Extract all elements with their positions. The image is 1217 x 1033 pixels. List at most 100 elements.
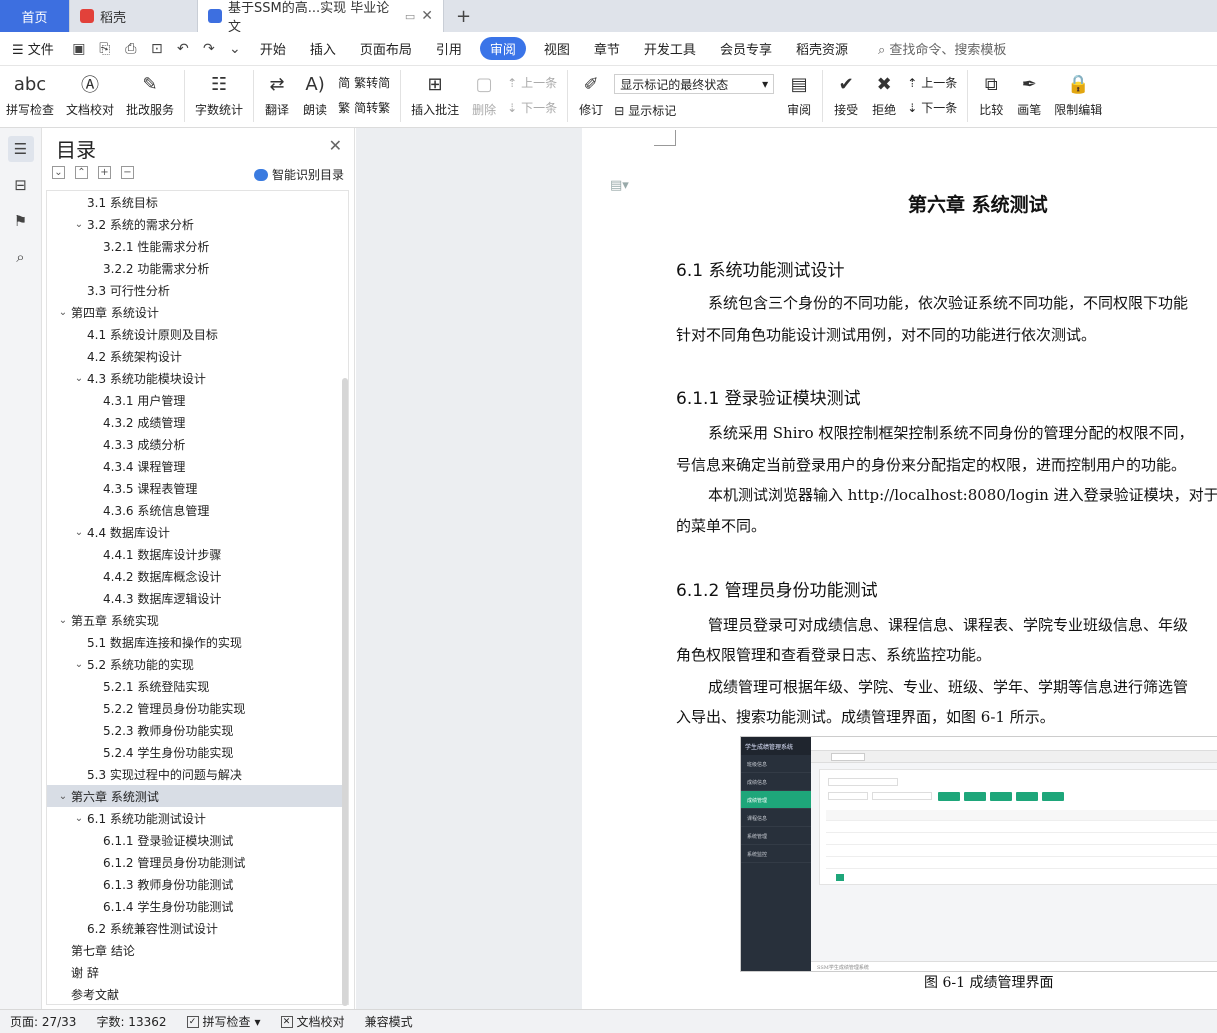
- track-changes-button[interactable]: ✐ 修订: [572, 70, 610, 118]
- toc-item[interactable]: ⌄ 3.2 系统的需求分析: [47, 213, 348, 235]
- file-menu[interactable]: ☰ 文件: [0, 39, 66, 58]
- chevron-down-icon[interactable]: ⌄: [71, 373, 87, 384]
- chevron-down-icon[interactable]: ⌄: [71, 527, 87, 538]
- word-count-button[interactable]: ☷ 字数统计: [189, 70, 249, 118]
- review-pane-button[interactable]: ▤ 审阅: [780, 70, 818, 118]
- close-icon[interactable]: ✕: [329, 136, 342, 155]
- menu-docer[interactable]: 稻壳资源: [784, 39, 860, 58]
- show-markup-button[interactable]: ⊟ 显示标记: [614, 102, 774, 119]
- toc-item[interactable]: 谢 辞: [47, 961, 348, 983]
- pin-icon[interactable]: ▭: [405, 10, 415, 23]
- restrict-edit-button[interactable]: 🔒 限制编辑: [1048, 70, 1108, 118]
- toc-item[interactable]: 4.3.2 成绩管理: [47, 411, 348, 433]
- next-comment-button[interactable]: ⇣ 下一条: [507, 99, 557, 116]
- status-spell-check[interactable]: ✓ 拼写检查 ▾: [177, 1013, 271, 1030]
- compare-button[interactable]: ⧉ 比较: [972, 70, 1010, 118]
- smart-toc-button[interactable]: 智能识别目录: [253, 166, 344, 183]
- toc-item[interactable]: 4.1 系统设计原则及目标: [47, 323, 348, 345]
- chevron-down-icon[interactable]: ⌄: [55, 615, 71, 626]
- toc-icon[interactable]: ☰: [7, 136, 34, 162]
- export-icon[interactable]: ⎘: [97, 41, 113, 57]
- toc-item[interactable]: 5.2.4 学生身份功能实现: [47, 741, 348, 763]
- toc-item[interactable]: 5.2.2 管理员身份功能实现: [47, 697, 348, 719]
- collapse-all-icon[interactable]: ⌄: [52, 166, 65, 179]
- menu-dev[interactable]: 开发工具: [632, 39, 708, 58]
- undo-icon[interactable]: ↶: [175, 41, 191, 57]
- read-aloud-button[interactable]: A) 朗读: [296, 70, 334, 118]
- toc-item[interactable]: 第七章 结论: [47, 939, 348, 961]
- preview-icon[interactable]: ⊡: [149, 41, 165, 57]
- markup-mode-select[interactable]: 显示标记的最终状态 ▾: [614, 74, 775, 94]
- toc-item[interactable]: 4.3.6 系统信息管理: [47, 499, 348, 521]
- toc-item[interactable]: 4.3.5 课程表管理: [47, 477, 348, 499]
- word-count[interactable]: 字数: 13362: [86, 1013, 176, 1030]
- status-doc-check[interactable]: ✕ 文档校对: [271, 1013, 355, 1030]
- ink-button[interactable]: ✒ 画笔: [1010, 70, 1048, 118]
- toc-item[interactable]: 6.1.4 学生身份功能测试: [47, 895, 348, 917]
- chevron-down-icon[interactable]: ⌄: [55, 791, 71, 802]
- redo-icon[interactable]: ↷: [201, 41, 217, 57]
- toc-item[interactable]: 5.1 数据库连接和操作的实现: [47, 631, 348, 653]
- save-icon[interactable]: ▣: [71, 41, 87, 57]
- menu-section[interactable]: 章节: [582, 39, 632, 58]
- remove-heading-icon[interactable]: −: [121, 166, 134, 179]
- toc-item[interactable]: ⌄ 6.1 系统功能测试设计: [47, 807, 348, 829]
- prev-comment-button[interactable]: ⇡ 上一条: [507, 74, 557, 91]
- toc-item[interactable]: 4.4.3 数据库逻辑设计: [47, 587, 348, 609]
- toc-item[interactable]: 4.3.1 用户管理: [47, 389, 348, 411]
- menu-member[interactable]: 会员专享: [708, 39, 784, 58]
- delete-comment-button[interactable]: ▢ 删除: [465, 70, 503, 118]
- toc-item[interactable]: 3.2.1 性能需求分析: [47, 235, 348, 257]
- translate-button[interactable]: ⇄ 翻译: [258, 70, 296, 118]
- batch-service-button[interactable]: ✎ 批改服务: [120, 70, 180, 118]
- tab-home[interactable]: 首页: [0, 0, 70, 32]
- new-tab-button[interactable]: +: [444, 0, 483, 32]
- toc-scrollbar[interactable]: [342, 378, 348, 1006]
- chevron-down-icon[interactable]: ⌄: [71, 813, 87, 824]
- customize-icon[interactable]: ⌄: [227, 41, 243, 57]
- expand-all-icon[interactable]: ⌃: [75, 166, 88, 179]
- bookmark-icon[interactable]: ⚑: [8, 208, 34, 234]
- toc-item[interactable]: ⌄ 4.3 系统功能模块设计: [47, 367, 348, 389]
- spell-check-button[interactable]: abc 拼写检查: [0, 70, 60, 118]
- print-icon[interactable]: ⎙: [123, 41, 139, 57]
- toc-item[interactable]: 6.1.1 登录验证模块测试: [47, 829, 348, 851]
- toc-item[interactable]: ⌄ 4.4 数据库设计: [47, 521, 348, 543]
- toc-item[interactable]: 参考文献: [47, 983, 348, 1004]
- toc-item[interactable]: 4.2 系统架构设计: [47, 345, 348, 367]
- toc-item[interactable]: 6.2 系统兼容性测试设计: [47, 917, 348, 939]
- toc-item[interactable]: ⌄ 第五章 系统实现: [47, 609, 348, 631]
- toc-item[interactable]: ⌄ 第六章 系统测试: [47, 785, 348, 807]
- tab-document[interactable]: 基于SSM的高...实现 毕业论文 ▭ ✕: [198, 0, 444, 35]
- toc-item[interactable]: 5.3 实现过程中的问题与解决: [47, 763, 348, 785]
- chevron-down-icon[interactable]: ⌄: [71, 219, 87, 230]
- toc-item[interactable]: 5.2.3 教师身份功能实现: [47, 719, 348, 741]
- menu-review[interactable]: 审阅: [479, 37, 526, 60]
- tab-docer[interactable]: 稻壳: [70, 0, 198, 32]
- insert-comment-button[interactable]: ⊞ 插入批注: [405, 70, 465, 118]
- menu-reference[interactable]: 引用: [424, 39, 474, 58]
- page-indicator[interactable]: 页面: 27/33: [0, 1013, 86, 1030]
- trad-to-simp-button[interactable]: 简繁转简: [338, 74, 390, 91]
- search-icon[interactable]: ⌕: [8, 244, 34, 270]
- close-tab-icon[interactable]: ✕: [421, 8, 433, 24]
- add-heading-icon[interactable]: +: [98, 166, 111, 179]
- toc-item[interactable]: 6.1.3 教师身份功能测试: [47, 873, 348, 895]
- toc-item[interactable]: 5.2.1 系统登陆实现: [47, 675, 348, 697]
- next-change-button[interactable]: ⇣ 下一条: [907, 99, 957, 116]
- menu-insert[interactable]: 插入: [298, 39, 348, 58]
- chevron-down-icon[interactable]: ⌄: [55, 307, 71, 318]
- toc-item[interactable]: 3.3 可行性分析: [47, 279, 348, 301]
- toc-item[interactable]: ⌄ 5.2 系统功能的实现: [47, 653, 348, 675]
- prev-change-button[interactable]: ⇡ 上一条: [907, 74, 957, 91]
- toc-item[interactable]: 3.2.2 功能需求分析: [47, 257, 348, 279]
- toc-item[interactable]: 4.3.3 成绩分析: [47, 433, 348, 455]
- toc-item[interactable]: 6.1.2 管理员身份功能测试: [47, 851, 348, 873]
- document-page[interactable]: ▤▾ 第六章 系统测试 6.1 系统功能测试设计 系统包含三个身份的不同功能，依…: [582, 128, 1217, 1009]
- accept-button[interactable]: ✔ 接受: [827, 70, 865, 118]
- toc-item[interactable]: 3.1 系统目标: [47, 191, 348, 213]
- reject-button[interactable]: ✖ 拒绝: [865, 70, 903, 118]
- chevron-down-icon[interactable]: ⌄: [71, 659, 87, 670]
- simp-to-trad-button[interactable]: 繁简转繁: [338, 99, 390, 116]
- menu-layout[interactable]: 页面布局: [348, 39, 424, 58]
